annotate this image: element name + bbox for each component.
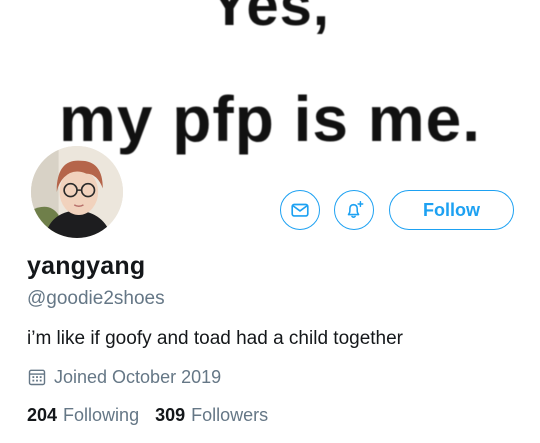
avatar[interactable] xyxy=(27,142,127,242)
notification-bell-add-icon xyxy=(347,201,364,218)
join-date-text: Joined October 2019 xyxy=(54,366,222,387)
display-name: yangyang xyxy=(27,252,146,280)
avatar-photo xyxy=(31,146,123,238)
following-link[interactable]: 204 Following xyxy=(27,405,139,426)
profile-bio: i’m like if goofy and toad had a child t… xyxy=(27,328,404,349)
followers-label: Followers xyxy=(191,405,269,425)
banner-text-line1: Yes, xyxy=(209,0,331,38)
following-count: 204 xyxy=(27,405,58,425)
user-handle: @goodie2shoes xyxy=(27,288,165,309)
followers-count: 309 xyxy=(155,405,186,425)
notify-button[interactable] xyxy=(334,190,374,230)
message-button[interactable] xyxy=(280,190,320,230)
join-date: Joined October 2019 xyxy=(27,366,221,388)
profile-stats: 204 Following 309 Followers xyxy=(27,405,268,426)
followers-link[interactable]: 309 Followers xyxy=(155,405,268,426)
follow-button[interactable]: Follow xyxy=(389,190,514,230)
calendar-icon xyxy=(28,369,46,386)
following-label: Following xyxy=(63,405,140,425)
mail-icon xyxy=(291,203,309,217)
